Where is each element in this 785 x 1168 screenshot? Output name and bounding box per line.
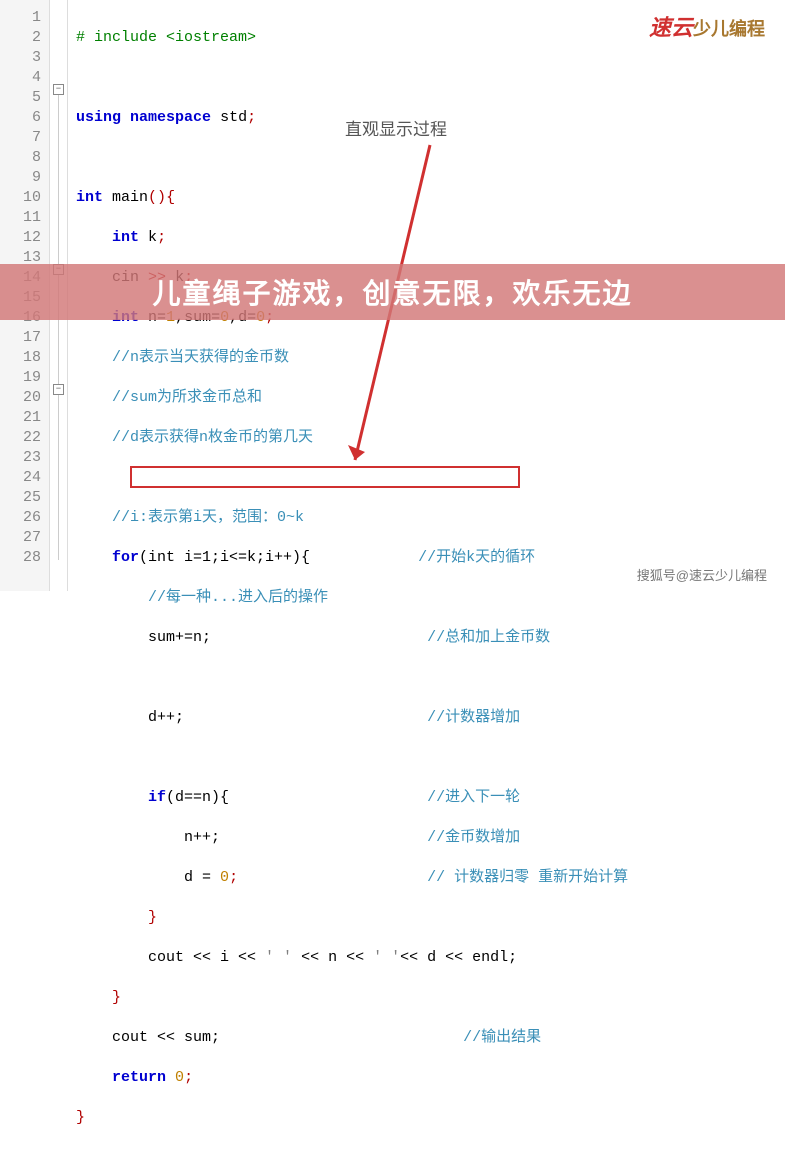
line-number: 25 bbox=[0, 488, 49, 508]
comment: //i:表示第i天，范围：0~k bbox=[112, 509, 304, 526]
comment: //开始k天的循环 bbox=[418, 549, 535, 566]
line-number: 19 bbox=[0, 368, 49, 388]
banner-text: 儿童绳子游戏，创意无限，欢乐无边 bbox=[152, 272, 632, 312]
operator: ; bbox=[247, 109, 256, 126]
code: (d==n){ bbox=[166, 789, 229, 806]
code: n++; bbox=[184, 829, 220, 846]
line-number: 8 bbox=[0, 148, 49, 168]
comment: //每一种...进入后的操作 bbox=[148, 589, 328, 606]
code: << n << bbox=[292, 949, 373, 966]
comment: //n表示当天获得的金币数 bbox=[112, 349, 289, 366]
char-literal: ' ' bbox=[373, 949, 400, 966]
code: cout << sum; bbox=[112, 1029, 220, 1046]
identifier: std bbox=[220, 109, 247, 126]
keyword: int bbox=[112, 229, 139, 246]
brace: } bbox=[148, 909, 157, 926]
function-name: main bbox=[112, 189, 148, 206]
watermark-logo: 速云 bbox=[649, 15, 693, 40]
comment: // 计数器归零 重新开始计算 bbox=[427, 869, 628, 886]
line-number: 11 bbox=[0, 208, 49, 228]
line-number: 26 bbox=[0, 508, 49, 528]
number: 0 bbox=[175, 1069, 184, 1086]
line-number: 27 bbox=[0, 528, 49, 548]
code: d = bbox=[184, 869, 220, 886]
line-number: 24 bbox=[0, 468, 49, 488]
number: 0 bbox=[220, 869, 229, 886]
identifier: k bbox=[148, 229, 157, 246]
line-number: 21 bbox=[0, 408, 49, 428]
comment: //总和加上金币数 bbox=[427, 629, 550, 646]
keyword: return bbox=[112, 1069, 166, 1086]
line-number: 6 bbox=[0, 108, 49, 128]
fold-toggle[interactable]: − bbox=[53, 384, 64, 395]
line-number: 23 bbox=[0, 448, 49, 468]
comment: //输出结果 bbox=[463, 1029, 541, 1046]
line-number: 12 bbox=[0, 228, 49, 248]
comment: //sum为所求金币总和 bbox=[112, 389, 262, 406]
keyword: int bbox=[76, 189, 103, 206]
code: cout << i << bbox=[148, 949, 265, 966]
code: d++; bbox=[148, 709, 184, 726]
keyword: namespace bbox=[130, 109, 211, 126]
code: (int i=1;i<=k;i++){ bbox=[139, 549, 310, 566]
comment: //d表示获得n枚金币的第几天 bbox=[112, 429, 313, 446]
operator: ; bbox=[229, 869, 238, 886]
fold-toggle[interactable]: − bbox=[53, 84, 64, 95]
operator: () bbox=[148, 189, 166, 206]
keyword: using bbox=[76, 109, 121, 126]
footer-credit: 搜狐号@速云少儿编程 bbox=[633, 564, 771, 585]
line-number: 18 bbox=[0, 348, 49, 368]
comment: //进入下一轮 bbox=[427, 789, 520, 806]
code: sum+=n; bbox=[148, 629, 211, 646]
line-number: 7 bbox=[0, 128, 49, 148]
line-number: 5 bbox=[0, 88, 49, 108]
line-number: 4 bbox=[0, 68, 49, 88]
comment: //计数器增加 bbox=[427, 709, 520, 726]
preprocessor: # include <iostream> bbox=[76, 29, 256, 46]
overlay-banner: 儿童绳子游戏，创意无限，欢乐无边 bbox=[0, 264, 785, 320]
annotation-label: 直观显示过程 bbox=[345, 115, 447, 140]
keyword: for bbox=[112, 549, 139, 566]
line-number: 3 bbox=[0, 48, 49, 68]
code: << d << endl; bbox=[400, 949, 517, 966]
line-number: 22 bbox=[0, 428, 49, 448]
line-number: 28 bbox=[0, 548, 49, 568]
line-number: 9 bbox=[0, 168, 49, 188]
operator: ; bbox=[184, 1069, 193, 1086]
brace: } bbox=[76, 1109, 85, 1126]
watermark: 速云少儿编程 bbox=[649, 10, 765, 42]
line-number: 10 bbox=[0, 188, 49, 208]
watermark-text: 少儿编程 bbox=[693, 19, 765, 39]
operator: ; bbox=[157, 229, 166, 246]
line-number: 17 bbox=[0, 328, 49, 348]
brace: } bbox=[112, 989, 121, 1006]
line-number: 2 bbox=[0, 28, 49, 48]
brace: { bbox=[166, 189, 175, 206]
comment: //金币数增加 bbox=[427, 829, 520, 846]
char-literal: ' ' bbox=[265, 949, 292, 966]
line-number: 20 bbox=[0, 388, 49, 408]
line-number: 1 bbox=[0, 8, 49, 28]
keyword: if bbox=[148, 789, 166, 806]
